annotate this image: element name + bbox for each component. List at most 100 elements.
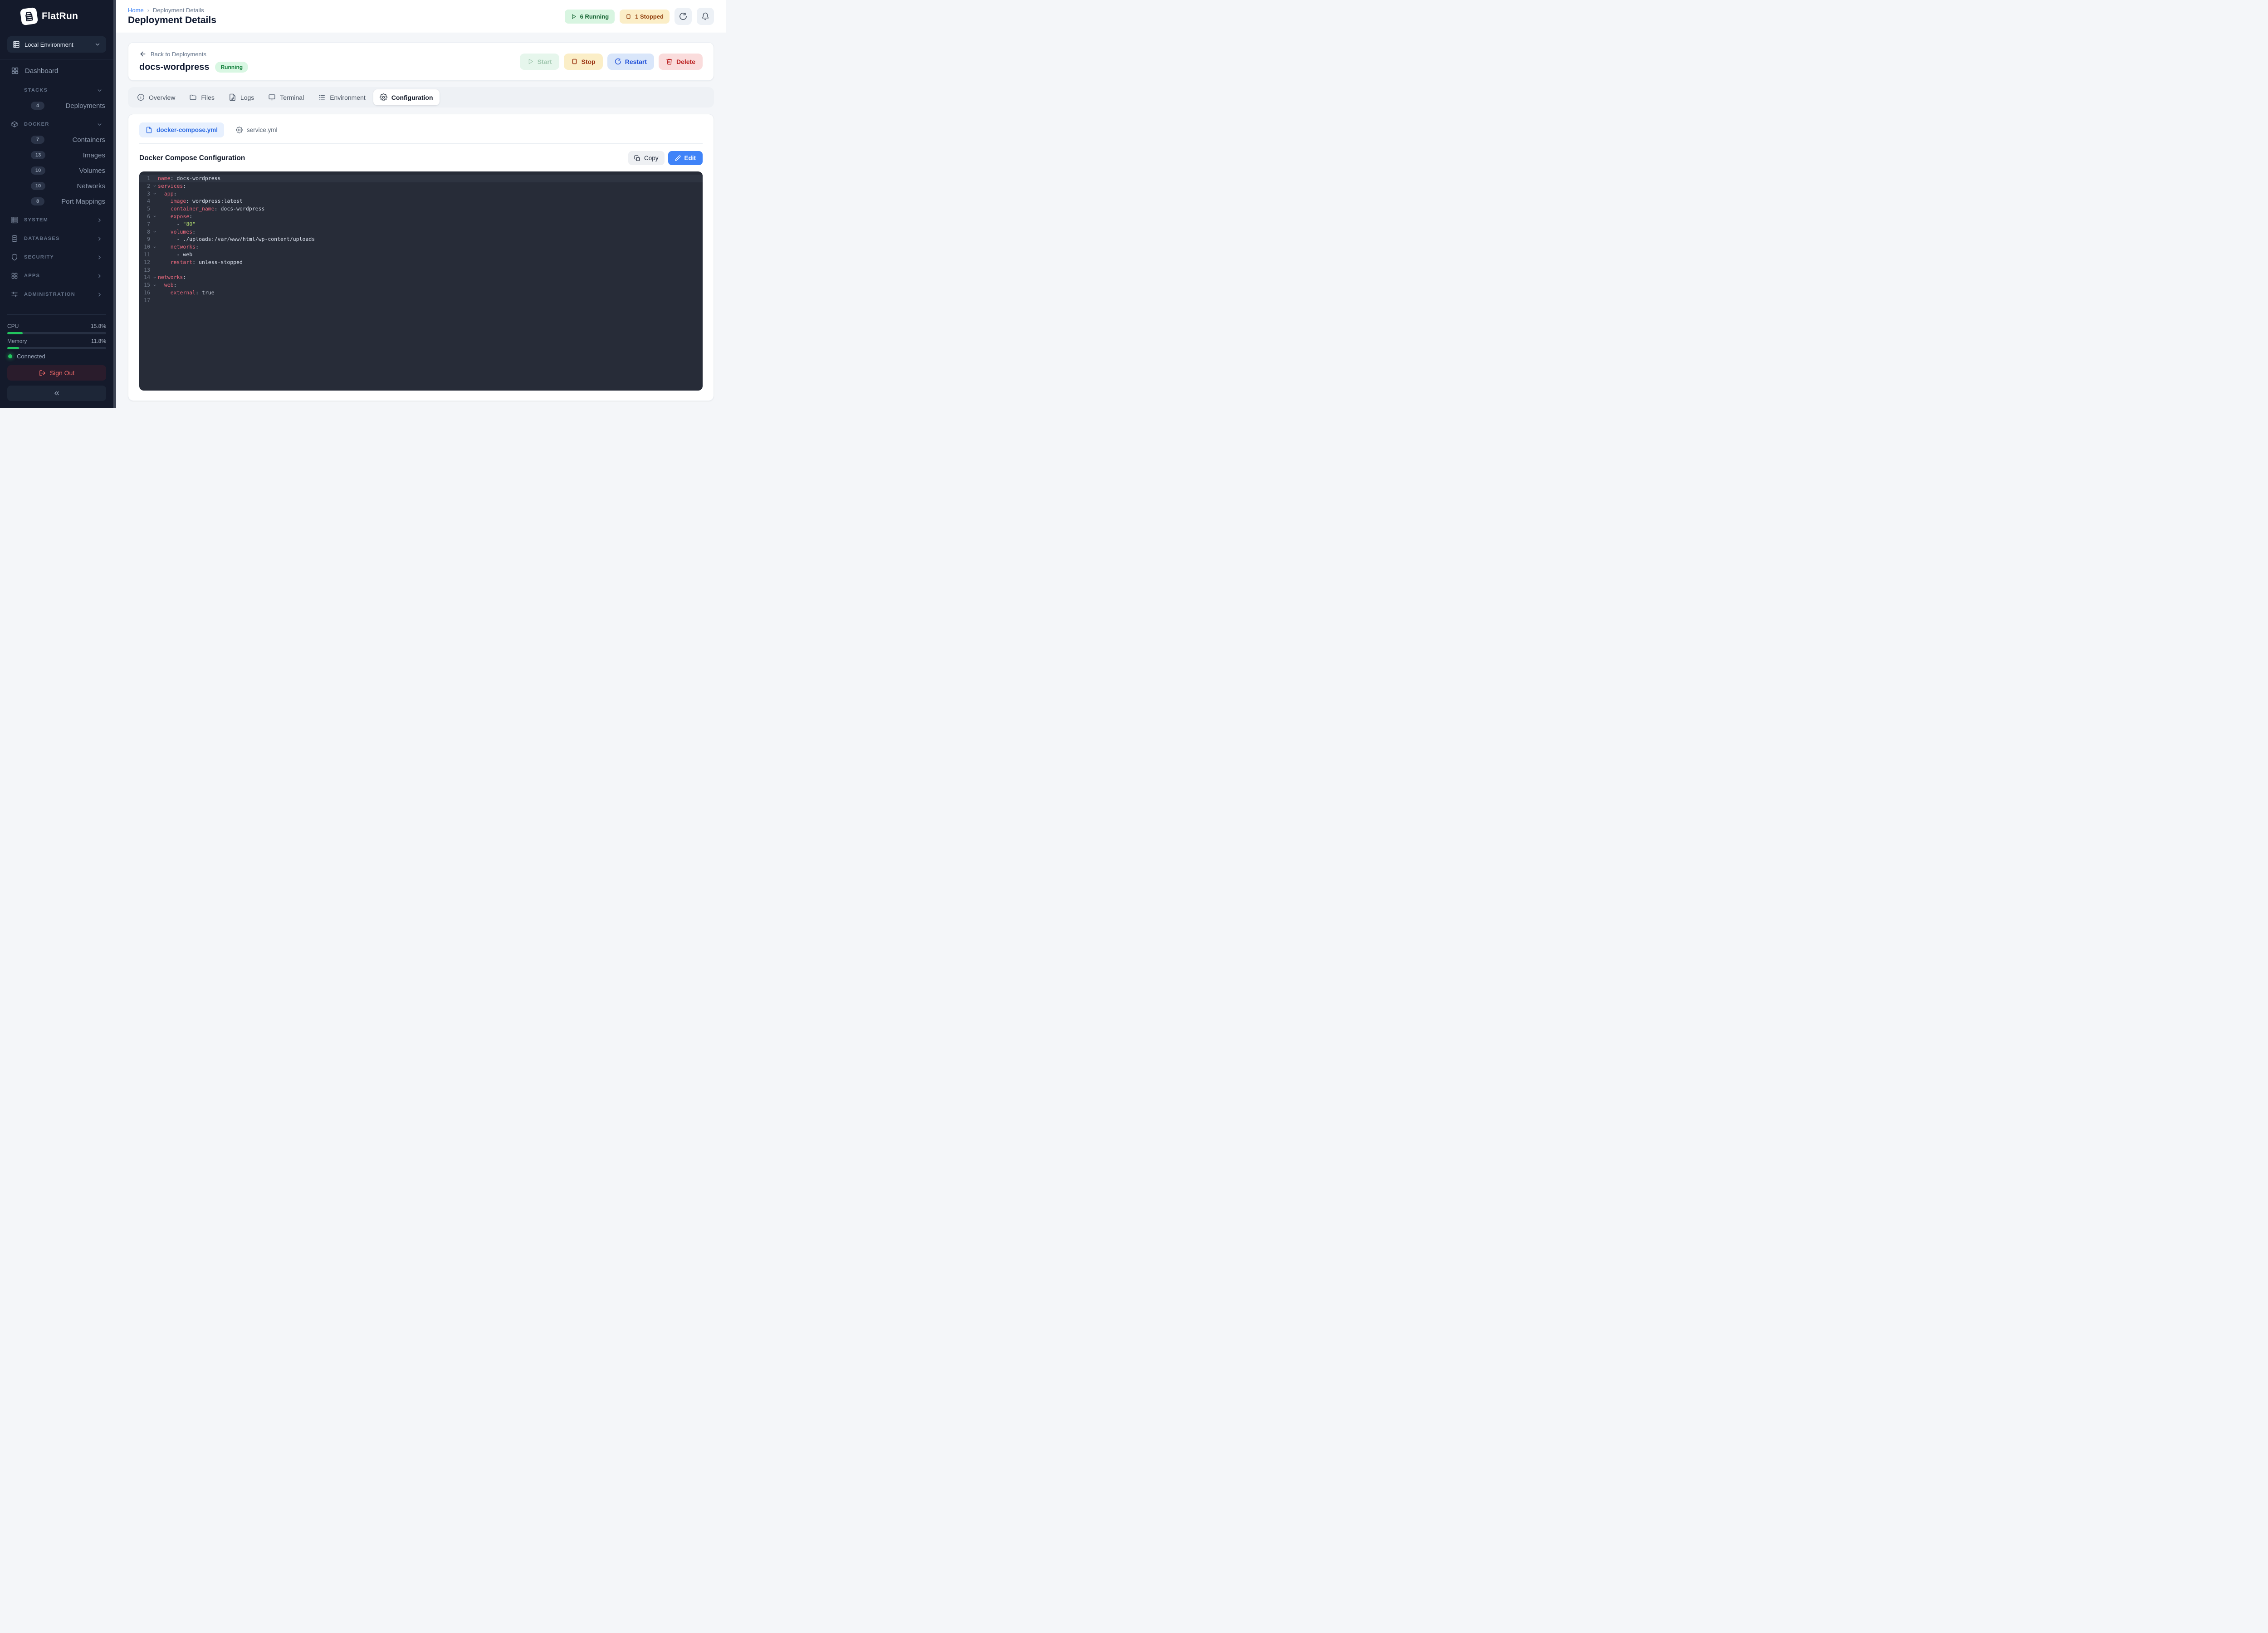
section-label: SYSTEM [24, 217, 91, 223]
edit-button[interactable]: Edit [668, 151, 703, 165]
grid-icon [11, 272, 18, 279]
sidebar-item-networks[interactable]: 10Networks [7, 178, 106, 194]
sidebar-item-containers[interactable]: 7Containers [7, 132, 106, 147]
connection-status: Connected [7, 353, 106, 360]
fold-icon [151, 276, 158, 279]
code-editor[interactable]: 1name: docs-wordpress2services:3 app:4 i… [139, 171, 703, 391]
file-tab-service-yml[interactable]: service.yml [230, 122, 284, 137]
stop-label: Stop [582, 58, 596, 65]
sidebar-section-administration[interactable]: ADMINISTRATION [7, 287, 106, 302]
trash-icon [666, 58, 673, 65]
tab-configuration[interactable]: Configuration [373, 89, 440, 105]
sign-out-button[interactable]: Sign Out [7, 365, 106, 381]
environment-label: Local Environment [24, 41, 73, 48]
configuration-card: docker-compose.ymlservice.yml Docker Com… [128, 114, 714, 401]
code-text: networks: [158, 243, 199, 251]
line-number: 4 [139, 197, 151, 205]
tab-label: Files [201, 94, 215, 101]
nav-item-label: Volumes [79, 167, 105, 175]
sidebar-item-volumes[interactable]: 10 Volumes [7, 163, 106, 178]
stop-square-icon [571, 58, 578, 65]
running-count-label: 6 Running [580, 13, 609, 20]
server-stack-icon [24, 11, 35, 22]
metric-fill [7, 347, 19, 349]
collapse-sidebar-button[interactable] [7, 386, 106, 401]
fold-icon [151, 230, 158, 234]
sidebar-section-system[interactable]: SYSTEM [7, 212, 106, 228]
stop-button[interactable]: Stop [564, 54, 603, 70]
line-number: 17 [139, 297, 151, 304]
connection-status-label: Connected [17, 353, 45, 360]
section-label: DATABASES [24, 236, 91, 241]
count-badge: 10 [31, 166, 45, 175]
tab-label: Environment [330, 94, 366, 101]
database-icon [11, 235, 18, 242]
tab-bar: Overview Files LogsTerminal Environment Conf… [128, 87, 714, 108]
deployment-status-badge: Running [215, 62, 248, 73]
refresh-button[interactable] [675, 8, 692, 25]
code-text: - "80" [158, 220, 196, 228]
section-label: ADMINISTRATION [24, 292, 91, 297]
content-area: Back to Deployments docs-wordpress Runni… [116, 33, 726, 408]
pencil-icon [675, 155, 681, 161]
deployment-card: Back to Deployments docs-wordpress Runni… [128, 42, 714, 81]
sidebar-item-dashboard[interactable]: Dashboard [7, 62, 106, 79]
sidebar-item-port-mappings[interactable]: 8Port Mappings [7, 194, 106, 209]
delete-button[interactable]: Delete [659, 54, 703, 70]
sidebar-section-stacks[interactable]: STACKS [7, 83, 106, 98]
nav-item-label: Images [83, 152, 105, 159]
dashboard-label: Dashboard [25, 67, 58, 75]
sidebar-item-deployments[interactable]: 4Deployments [7, 98, 106, 113]
code-text: image: wordpress:latest [158, 197, 243, 205]
code-line-15: 15 web: [139, 281, 703, 289]
sidebar-section-apps[interactable]: APPS [7, 268, 106, 284]
start-button[interactable]: Start [520, 54, 559, 70]
chev-right-icon [97, 273, 103, 279]
start-label: Start [538, 58, 552, 65]
file-tab-label: docker-compose.yml [156, 127, 218, 133]
copy-button[interactable]: Copy [628, 151, 665, 165]
sidebar-section-databases[interactable]: DATABASES [7, 231, 106, 246]
environment-selector[interactable]: Local Environment [7, 36, 106, 53]
sidebar-item-images[interactable]: 13 Images [7, 147, 106, 163]
code-text: external: true [158, 289, 215, 297]
metric-fill [7, 332, 23, 334]
code-line-3: 3 app: [139, 190, 703, 198]
nav-item-label: Networks [77, 182, 105, 190]
code-text: expose: [158, 213, 192, 220]
tab-terminal[interactable]: Terminal [262, 89, 310, 105]
sidebar-section-docker[interactable]: DOCKER [7, 117, 106, 132]
back-link-label: Back to Deployments [151, 51, 206, 58]
count-badge: 13 [31, 151, 45, 159]
restart-button[interactable]: Restart [607, 54, 654, 70]
line-number: 11 [139, 251, 151, 259]
chev-down-icon [97, 88, 103, 93]
stopped-count-badge: 1 Stopped [620, 10, 670, 24]
tab-environment[interactable]: Environment [312, 89, 372, 105]
sidebar-section-security[interactable]: SECURITY [7, 249, 106, 265]
brand-name: FlatRun [42, 11, 78, 22]
tab-files[interactable]: Files [183, 89, 221, 105]
tab-logs[interactable]: Logs [222, 89, 260, 105]
config-buttons: Copy Edit [628, 151, 703, 165]
code-text: container_name: docs-wordpress [158, 205, 264, 213]
code-line-7: 7 - "80" [139, 220, 703, 228]
code-line-17: 17 [139, 297, 703, 304]
section-label: APPS [24, 273, 91, 279]
nav-item-label: Port Mappings [61, 198, 105, 205]
cube-icon [11, 121, 18, 128]
back-to-deployments-link[interactable]: Back to Deployments [139, 50, 248, 58]
breadcrumb-current: Deployment Details [153, 7, 204, 14]
file-tab-docker-compose-yml[interactable]: docker-compose.yml [139, 122, 224, 137]
tab-overview[interactable]: Overview [131, 89, 181, 105]
metric-label: CPU [7, 323, 19, 329]
refresh-icon [679, 12, 687, 20]
sign-out-label: Sign Out [50, 369, 74, 376]
file-icon [146, 127, 152, 133]
code-line-11: 11 - web [139, 251, 703, 259]
code-text: - web [158, 251, 192, 259]
gear-icon [236, 127, 243, 133]
breadcrumb-home-link[interactable]: Home [128, 7, 144, 14]
notifications-button[interactable] [697, 8, 714, 25]
stopped-count-label: 1 Stopped [635, 13, 664, 20]
